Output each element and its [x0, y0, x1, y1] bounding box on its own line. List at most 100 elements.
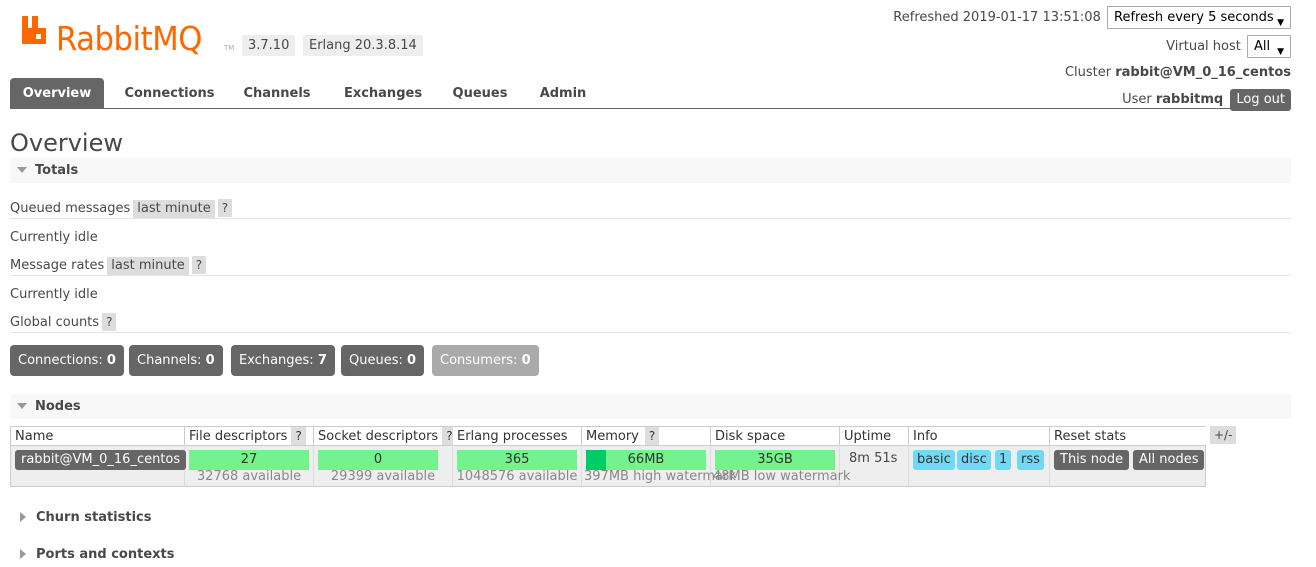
node-link[interactable]: rabbit@VM_0_16_centos [15, 450, 187, 470]
cell-socket-descriptors: 0 29399 available [314, 447, 453, 486]
divider [10, 275, 1291, 276]
message-rates-row: Message rates last minute? [10, 256, 207, 275]
totals-heading: Totals [35, 163, 79, 178]
help-icon[interactable]: ? [191, 256, 207, 274]
page-title: Overview [10, 129, 123, 157]
nodes-heading: Nodes [35, 399, 81, 414]
vhost-select[interactable]: All ▼ [1247, 35, 1291, 58]
info-tag-basic[interactable]: basic [913, 450, 955, 470]
help-icon[interactable]: ? [644, 427, 660, 445]
fd-usage-bar: 27 [189, 450, 309, 470]
exchanges-count[interactable]: Exchanges: 7 [231, 345, 335, 376]
rabbit-icon [22, 16, 46, 44]
sd-usage-bar: 0 [318, 450, 438, 470]
info-tag-disc[interactable]: disc [957, 450, 991, 470]
erlang-version: Erlang 20.3.8.14 [303, 35, 423, 56]
cell-disk-space: 35GB 48MB low watermark [711, 447, 851, 486]
col-name: Name [11, 427, 185, 446]
tab-exchanges[interactable]: Exchanges [336, 78, 430, 109]
tab-connections[interactable]: Connections [114, 78, 225, 109]
cell-memory: 66MB 397MB high watermark [582, 447, 736, 486]
churn-heading: Churn statistics [36, 510, 152, 525]
consumers-count[interactable]: Consumers: 0 [432, 345, 539, 376]
connections-count[interactable]: Connections: 0 [10, 345, 124, 376]
help-icon[interactable]: ? [217, 199, 233, 217]
count-value: 7 [317, 353, 327, 368]
rates-range-chip[interactable]: last minute [107, 257, 189, 275]
cluster-name: rabbit@VM_0_16_centos [1115, 65, 1291, 80]
fd-available: 32768 available [196, 469, 302, 484]
ep-available: 1048576 available [456, 469, 578, 484]
rabbitmq-version: 3.7.10 [242, 35, 296, 56]
queued-range-chip[interactable]: last minute [133, 200, 215, 218]
ports-section-toggle[interactable]: Ports and contexts [10, 542, 1291, 567]
expand-triangle-icon [17, 402, 27, 409]
col-reset-stats: Reset stats [1050, 427, 1206, 446]
ports-heading: Ports and contexts [36, 547, 175, 562]
queued-messages-row: Queued messages last minute? [10, 199, 233, 218]
vhost-row: Virtual host All ▼ [1166, 35, 1291, 58]
tab-overview[interactable]: Overview [10, 78, 104, 109]
cell-uptime: 8m 51s [840, 447, 909, 486]
col-info: Info [909, 427, 1050, 446]
count-value: 0 [407, 353, 417, 368]
help-icon[interactable]: ? [102, 313, 117, 331]
refreshed-time: 2019-01-17 13:51:08 [962, 10, 1101, 25]
collapsed-triangle-icon [20, 548, 26, 559]
memory-watermark: 397MB high watermark [584, 469, 736, 484]
reset-this-node-button[interactable]: This node [1054, 450, 1130, 470]
channels-count[interactable]: Channels: 0 [129, 345, 223, 376]
col-socket-descriptors: Socket descriptors? [314, 427, 457, 446]
nodes-table: Name File descriptors? Socket descriptor… [10, 426, 1206, 487]
queues-count[interactable]: Queues: 0 [341, 345, 425, 376]
info-tag-rss[interactable]: rss [1017, 450, 1044, 470]
vhost-label: Virtual host [1166, 39, 1241, 54]
col-label: Memory [586, 429, 639, 444]
expand-triangle-icon [17, 166, 27, 173]
totals-section-toggle[interactable]: Totals [10, 158, 1291, 183]
cell-erlang-processes: 365 1048576 available [453, 447, 582, 486]
churn-section-toggle[interactable]: Churn statistics [10, 505, 1291, 530]
cluster-label: Cluster [1064, 65, 1112, 80]
count-value: 0 [205, 353, 215, 368]
cell-reset-stats: This node All nodes [1050, 447, 1206, 486]
ep-usage-bar: 365 [457, 450, 577, 470]
rates-status: Currently idle [10, 287, 98, 302]
col-label: File descriptors [189, 429, 288, 444]
cluster-row: Cluster rabbit@VM_0_16_centos [1065, 65, 1291, 80]
columns-toggle-button[interactable]: +/- [1210, 426, 1237, 444]
info-tag-count[interactable]: 1 [995, 450, 1012, 470]
help-icon[interactable]: ? [291, 427, 306, 445]
refresh-interval-select[interactable]: Refresh every 5 seconds ▼ [1107, 6, 1291, 29]
refreshed-label: Refreshed [893, 10, 959, 25]
header-status: Refreshed 2019-01-17 13:51:08 Refresh ev… [871, 6, 1291, 116]
memory-usage-bar: 66MB [586, 450, 706, 470]
count-label: Exchanges: [239, 353, 314, 368]
memory-value: 66MB [627, 452, 665, 467]
queued-status: Currently idle [10, 230, 98, 245]
count-value: 0 [106, 353, 116, 368]
col-uptime: Uptime [840, 427, 909, 446]
nodes-section-toggle[interactable]: Nodes [10, 394, 1291, 419]
global-counts-label: Global counts [10, 315, 100, 330]
tab-queues[interactable]: Queues [447, 78, 513, 109]
collapsed-triangle-icon [20, 511, 26, 522]
dropdown-arrow-icon: ▼ [1277, 47, 1284, 57]
rabbitmq-logo[interactable]: RabbitMQ TM [20, 14, 234, 58]
count-label: Queues: [349, 353, 403, 368]
count-label: Connections: [18, 353, 103, 368]
sd-available: 29399 available [330, 469, 436, 484]
logo-text: RabbitMQ [56, 19, 202, 58]
col-memory: Memory? [582, 427, 711, 446]
disk-watermark: 48MB low watermark [713, 469, 851, 484]
refresh-select-value: Refresh every 5 seconds [1114, 10, 1274, 25]
reset-all-nodes-button[interactable]: All nodes [1133, 450, 1205, 470]
cell-file-descriptors: 27 32768 available [185, 447, 314, 486]
user-name: rabbitmq [1155, 92, 1224, 107]
col-file-descriptors: File descriptors? [185, 427, 314, 446]
logo-trademark: TM [224, 44, 235, 52]
col-erlang-processes: Erlang processes [453, 427, 582, 446]
tab-channels[interactable]: Channels [235, 78, 319, 109]
global-counts-row: Global counts? [10, 313, 117, 331]
tab-admin[interactable]: Admin [532, 78, 594, 109]
